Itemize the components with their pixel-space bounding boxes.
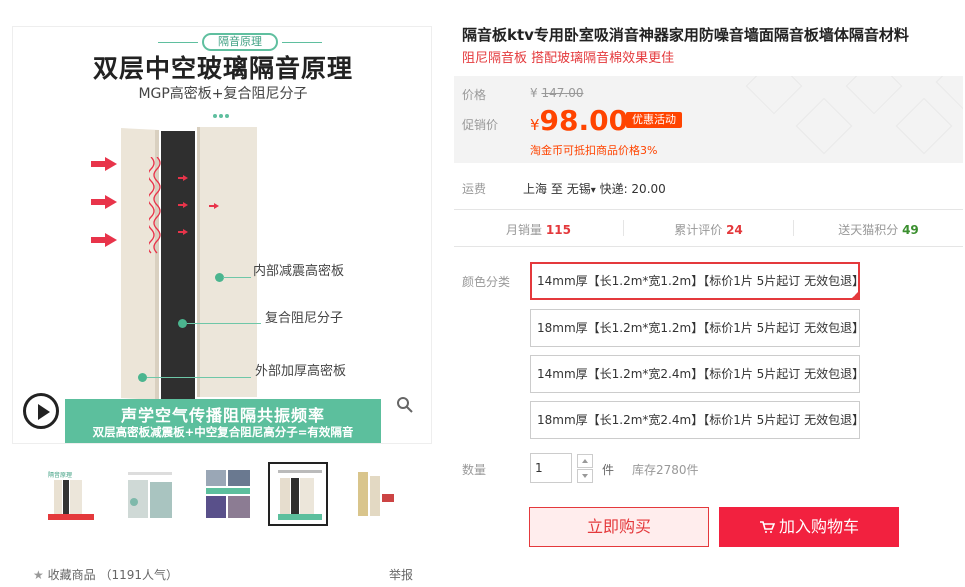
buy-now-button[interactable]: 立即购买	[529, 507, 709, 547]
carousel-dots	[213, 107, 233, 118]
zoom-icon[interactable]	[396, 396, 414, 414]
product-title: 隔音板ktv专用卧室吸消音神器家用防噪音墙面隔音板墙体隔音材料	[462, 26, 909, 44]
promo-price-value: 98.00	[539, 104, 629, 137]
shipping-label: 运费	[462, 182, 487, 196]
review-count-value: 24	[726, 223, 743, 237]
promo-price-label: 促销价	[462, 118, 499, 132]
diagram-subheadline: MGP高密板+复合阻尼分子	[138, 86, 308, 102]
add-to-cart-label: 加入购物车	[778, 517, 859, 536]
ship-destination: 无锡	[566, 182, 591, 196]
pointer-line	[187, 323, 261, 324]
sku-option-4[interactable]: 18mm厚【长1.2m*宽2.4m】【标价1片 5片起订 无效包退】	[530, 401, 864, 439]
outer-panel-label: 外部加厚高密板	[255, 364, 347, 379]
sku-option-text: 18mm厚【长1.2m*宽1.2m】【标价1片 5片起订 无效包退】	[537, 321, 865, 335]
favorite-label: 收藏商品	[47, 568, 96, 582]
tmall-points: 送天猫积分 49	[794, 221, 963, 238]
monthly-sales-label: 月销量	[506, 223, 543, 237]
divider	[454, 246, 963, 247]
favorite-count: （1191人气）	[99, 568, 178, 582]
promo-tag[interactable]: 优惠活动	[626, 112, 682, 128]
pointer-dot	[138, 373, 147, 382]
review-count-label: 累计评价	[674, 223, 723, 237]
sound-arrow-icon	[209, 203, 219, 209]
quantity-label: 数量	[462, 463, 487, 477]
report-link[interactable]: 举报	[389, 566, 413, 583]
ship-from: 上海	[523, 182, 548, 196]
coin-deduction-note: 淘金币可抵扣商品价格3%	[530, 144, 658, 157]
monthly-sales-value: 115	[545, 223, 571, 237]
cart-icon	[759, 521, 775, 533]
ship-to-word: 至	[550, 182, 563, 196]
damping-label: 复合阻尼分子	[265, 311, 344, 326]
original-price-value: 147.00	[541, 86, 584, 100]
sound-arrow-icon	[91, 157, 117, 171]
promo-price: ¥98.00	[530, 104, 628, 137]
monthly-sales: 月销量 115	[454, 221, 623, 238]
damping-layer-graphic	[161, 131, 195, 399]
original-price-label: 价格	[462, 88, 487, 102]
sound-arrow-icon	[178, 202, 188, 208]
thumbnail-2[interactable]	[118, 462, 178, 526]
caption-line-1: 声学空气传播阻隔共振频率	[120, 406, 325, 425]
sound-arrow-icon	[178, 175, 188, 181]
diagram-headline: 双层中空玻璃隔音原理	[92, 54, 353, 83]
sku-option-text: 18mm厚【长1.2m*宽2.4m】【标价1片 5片起订 无效包退】	[537, 413, 865, 427]
price-panel: 价格 ¥ 147.00 促销价 ¥98.00 优惠活动 淘金币可抵扣商品价格3%	[454, 76, 963, 163]
quantity-decrease-button[interactable]	[577, 469, 593, 483]
original-price: ¥ 147.00	[530, 86, 583, 100]
tmall-points-value: 49	[902, 223, 919, 237]
sku-option-2[interactable]: 18mm厚【长1.2m*宽1.2m】【标价1片 5片起订 无效包退】	[530, 309, 864, 347]
pointer-line	[223, 277, 251, 278]
thumbnail-5[interactable]	[348, 462, 408, 526]
pointer-line	[147, 377, 251, 378]
inner-panel-label: 内部减震高密板	[253, 264, 345, 279]
stock-count: 库存2780件	[632, 463, 699, 477]
thumbnail-strip: 隔音原理	[36, 462, 436, 528]
thumbnail-caption: 隔音原理	[48, 472, 73, 479]
sku-option-1[interactable]: 14mm厚【长1.2m*宽1.2m】【标价1片 5片起订 无效包退】 ✓	[530, 262, 864, 300]
quantity-increase-button[interactable]	[577, 454, 593, 468]
sound-wave-graphic	[149, 157, 161, 254]
inner-panel-graphic	[197, 127, 257, 397]
thumbnail-4[interactable]	[268, 462, 328, 526]
promo-price-currency: ¥	[530, 116, 540, 134]
ship-destination-select[interactable]: 无锡▾	[567, 182, 596, 196]
star-icon: ★	[33, 568, 44, 582]
check-icon: ✓	[852, 291, 858, 299]
shipping-info: 上海 至 无锡▾ 快递: 20.00	[523, 180, 666, 197]
sku-option-text: 14mm厚【长1.2m*宽1.2m】【标价1片 5片起订 无效包退】	[537, 274, 865, 288]
add-to-cart-button[interactable]: 加入购物车	[719, 507, 899, 547]
original-price-currency: ¥	[530, 86, 538, 100]
sales-stats: 月销量 115 累计评价 24 送天猫积分 49	[454, 210, 963, 246]
product-subtitle: 阻尼隔音板 搭配玻璃隔音棉效果更佳	[462, 51, 675, 66]
thumbnail-3[interactable]	[196, 462, 256, 526]
thumbnail-1[interactable]: 隔音原理	[40, 462, 100, 526]
color-option-label: 颜色分类	[462, 275, 511, 289]
tmall-points-label: 送天猫积分	[838, 223, 899, 237]
play-video-button[interactable]	[23, 393, 59, 429]
sku-option-text: 14mm厚【长1.2m*宽2.4m】【标价1片 5片起订 无效包退】	[537, 367, 865, 381]
favorite-link[interactable]: ★ 收藏商品 （1191人气）	[33, 566, 178, 583]
sound-arrow-icon	[91, 195, 117, 209]
sound-arrow-icon	[178, 229, 188, 235]
sound-arrow-icon	[91, 233, 117, 247]
caption-line-2: 双层高密板减震板+中空复合阻尼高分子=有效隔音	[92, 425, 354, 439]
chevron-down-icon: ▾	[590, 185, 596, 196]
express-fee: 快递: 20.00	[599, 182, 666, 196]
diagram-caption-band: 声学空气传播阻隔共振频率 双层高密板减震板+中空复合阻尼高分子=有效隔音	[65, 399, 381, 443]
pointer-dot	[178, 319, 187, 328]
quantity-unit: 件	[602, 463, 615, 477]
review-count[interactable]: 累计评价 24	[624, 221, 793, 238]
main-product-image[interactable]: 隔音原理 双层中空玻璃隔音原理 MGP高密板+复合阻尼分子 内部减震高密板 复合…	[12, 26, 432, 444]
quantity-input[interactable]: 1	[530, 453, 572, 483]
sku-option-3[interactable]: 14mm厚【长1.2m*宽2.4m】【标价1片 5片起订 无效包退】	[530, 355, 864, 393]
